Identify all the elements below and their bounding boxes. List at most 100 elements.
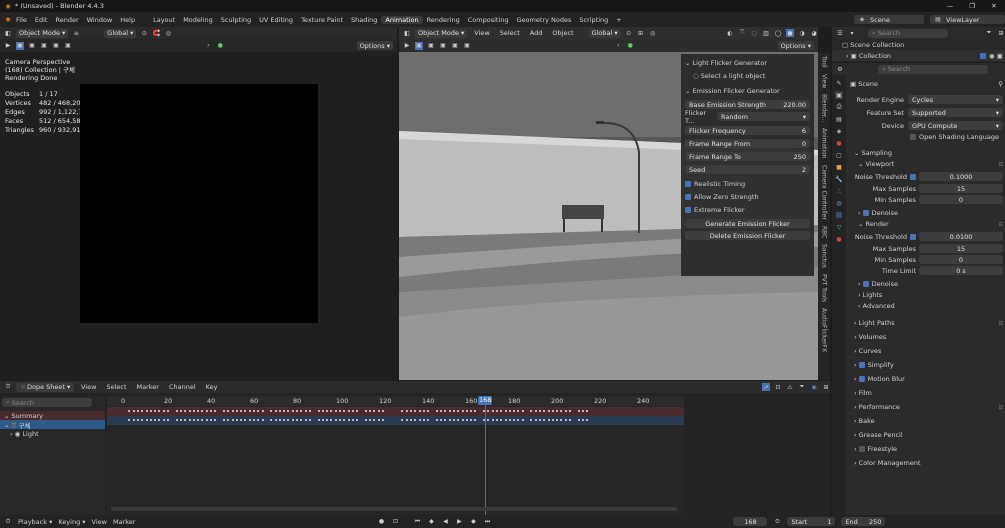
play-icon[interactable]: ▶ <box>4 42 12 50</box>
snap-icon[interactable]: 🧲 <box>152 29 160 37</box>
display-mode-icon[interactable]: ▾ <box>848 29 856 37</box>
keyframe-dot[interactable] <box>414 419 417 421</box>
filter-icon[interactable]: ⏷ <box>798 383 806 391</box>
panel-motion-blur[interactable]: › Motion Blur <box>850 371 1003 385</box>
pin-icon[interactable]: ⚲ <box>998 80 1003 88</box>
keyframe-dot[interactable] <box>564 419 567 421</box>
sidebar-tab[interactable]: Camera Controller <box>821 165 828 220</box>
constraints-tab-icon[interactable]: ⛓ <box>835 211 843 219</box>
keyframe-dot[interactable] <box>308 419 311 421</box>
keyframe-dot[interactable] <box>167 410 169 412</box>
tab-sculpting[interactable]: Sculpting <box>217 16 255 24</box>
menu-view[interactable]: View <box>471 29 492 37</box>
keyframe-dot[interactable] <box>278 419 281 421</box>
camera-icon[interactable]: ▣ <box>997 52 1005 60</box>
keyframe-dot[interactable] <box>457 410 460 412</box>
list-icon[interactable]: ⁝⁝ <box>999 220 1003 228</box>
keyframe-dot[interactable] <box>581 410 584 412</box>
checkbox-allow-zero-strength[interactable]: Allow Zero Strength <box>685 190 810 203</box>
menu-select[interactable]: Select <box>497 29 523 37</box>
tab-animation[interactable]: Animation <box>381 15 423 24</box>
keyframe-dot[interactable] <box>495 419 498 421</box>
editor-type-icon[interactable]: ◧ <box>4 29 12 37</box>
keyframe-dot[interactable] <box>261 419 264 421</box>
jump-end-icon[interactable]: ⏭ <box>483 518 491 526</box>
tab-texture-paint[interactable]: Texture Paint <box>297 16 347 24</box>
keyframe-dot[interactable] <box>530 419 533 421</box>
flicker-field-frame-range-from[interactable]: Frame Range From 0 <box>685 139 810 148</box>
footer-view-menu[interactable]: View <box>92 518 107 526</box>
select-mode-icon[interactable]: ▣ <box>28 42 36 50</box>
keyframe-dot[interactable] <box>465 419 468 421</box>
keyframe-dot[interactable] <box>364 419 367 421</box>
viewport-min-samples[interactable]: 0 <box>919 195 1003 204</box>
tab-modeling[interactable]: Modeling <box>179 16 217 24</box>
menu-object[interactable]: Object <box>549 29 576 37</box>
keyframe-dot[interactable] <box>500 419 503 421</box>
physics-tab-icon[interactable]: ◍ <box>835 199 843 207</box>
keyframe-dot[interactable] <box>452 410 455 412</box>
keyframe-dot[interactable] <box>577 410 580 412</box>
keyframe-dot[interactable] <box>210 410 212 412</box>
render-min-samples[interactable]: 0 <box>919 255 1003 264</box>
keyframe-dot[interactable] <box>317 410 320 412</box>
select-extend-icon[interactable]: ▣ <box>439 42 447 50</box>
keyframe-dot[interactable] <box>244 419 247 421</box>
tab-compositing[interactable]: Compositing <box>464 16 513 24</box>
snap-icon[interactable]: ⊞ <box>822 383 830 391</box>
material-tab-icon[interactable]: ● <box>835 235 843 243</box>
keyframe-dot[interactable] <box>291 410 294 412</box>
keyframe-dot[interactable] <box>373 410 376 412</box>
keyframe-dot[interactable] <box>418 410 421 412</box>
filter-icon[interactable]: ⏷ <box>985 29 993 37</box>
render-subpanel[interactable]: ⌄ Render ⁝⁝ <box>850 218 1003 229</box>
minimize-button[interactable]: — <box>939 2 961 10</box>
material-sphere-icon[interactable]: ● <box>626 42 634 50</box>
keyframe-dot[interactable] <box>222 410 225 412</box>
sidebar-tab[interactable]: Sanctus <box>821 244 828 268</box>
blender-menu-icon[interactable]: ◉ <box>4 16 12 24</box>
keyframe-dot[interactable] <box>440 410 443 412</box>
keyframe-dot[interactable] <box>231 419 234 421</box>
keyframe-dot[interactable] <box>300 410 303 412</box>
menu-help[interactable]: Help <box>116 16 139 24</box>
transform-orientation[interactable]: Global ▾ <box>104 28 137 38</box>
only-selected-icon[interactable]: ➚ <box>762 383 770 391</box>
keyframe-dot[interactable] <box>154 410 157 412</box>
keyframe-dot[interactable] <box>326 419 329 421</box>
keyframe-dot[interactable] <box>240 419 243 421</box>
keyframe-dot[interactable] <box>330 410 333 412</box>
keyframe-dot[interactable] <box>270 419 273 421</box>
keyframe-dot[interactable] <box>560 419 563 421</box>
play-icon[interactable]: ▶ <box>455 518 463 526</box>
keyframe-dot[interactable] <box>351 419 354 421</box>
keyframe-dot[interactable] <box>197 410 200 412</box>
keyframe-dot[interactable] <box>330 419 333 421</box>
keyframe-dot[interactable] <box>521 419 524 421</box>
material-sphere-icon[interactable]: ● <box>216 42 224 50</box>
keyframe-dot[interactable] <box>326 410 329 412</box>
keyframe-dot[interactable] <box>427 410 430 412</box>
gizmo-icon[interactable]: ⤧ <box>738 29 746 37</box>
render-tab-icon[interactable]: ▣ <box>835 91 843 99</box>
add-workspace-icon[interactable]: + <box>612 16 625 24</box>
keyframe-dot[interactable] <box>222 419 225 421</box>
keyframe-dot[interactable] <box>283 419 286 421</box>
panel-freestyle[interactable]: › Freestyle <box>850 441 1003 455</box>
menu-window[interactable]: Window <box>83 16 117 24</box>
play-reverse-icon[interactable]: ◀ <box>441 518 449 526</box>
jump-start-icon[interactable]: ⏮ <box>413 518 421 526</box>
keyframe-dot[interactable] <box>136 419 139 421</box>
checkbox-icon[interactable] <box>858 445 865 452</box>
keyframe-dot[interactable] <box>334 419 337 421</box>
keyframe-dot[interactable] <box>240 410 243 412</box>
close-button[interactable]: ✕ <box>983 2 1005 10</box>
keyframe-dot[interactable] <box>128 410 131 412</box>
keyframe-dot[interactable] <box>551 410 554 412</box>
keyframe-dot[interactable] <box>227 410 230 412</box>
keyframe-dot[interactable] <box>244 410 247 412</box>
keyframe-dot[interactable] <box>517 410 520 412</box>
current-frame-field[interactable]: 168 <box>733 517 768 526</box>
keyframe-dot[interactable] <box>343 410 346 412</box>
list-icon[interactable]: ⁝⁝ <box>999 160 1003 168</box>
